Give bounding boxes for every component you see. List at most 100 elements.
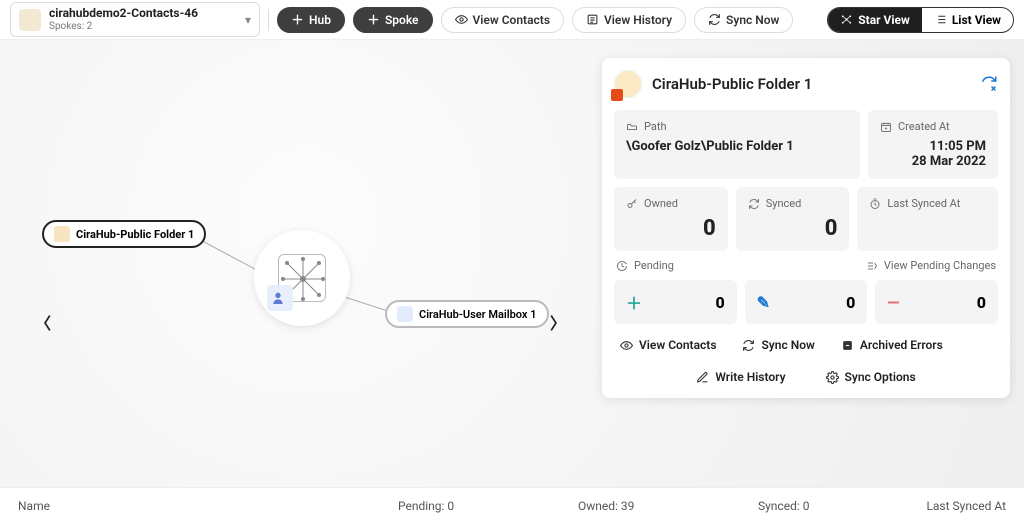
chevron-right-icon: 〉 [550, 314, 566, 333]
sync-now-label: Sync Now [726, 13, 779, 27]
chevron-left-icon: 〈 [35, 314, 51, 333]
pending-edit-value: 0 [846, 293, 855, 312]
synced-card: Synced 0 [736, 187, 850, 251]
path-card: Path \Goofer Golz\Public Folder 1 [614, 110, 860, 179]
folder-icon [614, 70, 642, 98]
plus-icon: ＋ [367, 13, 380, 26]
pending-icon [616, 260, 628, 272]
synced-value: 0 [748, 216, 838, 241]
pending-add-value: 0 [715, 293, 724, 312]
view-contacts-button[interactable]: View Contacts [441, 7, 564, 33]
created-label: Created At [898, 120, 950, 133]
top-bar: cirahubdemo2-Contacts-46 Spokes: 2 ▾ ＋ H… [0, 0, 1024, 40]
contact-icon [267, 285, 293, 311]
pending-add-card: ＋ 0 [614, 280, 737, 324]
panel-sync-now-button[interactable]: Sync Now [742, 338, 814, 352]
panel-title: CiraHub-Public Folder 1 [652, 75, 970, 93]
nav-next-button[interactable]: 〉 [550, 310, 566, 334]
view-history-button[interactable]: View History [572, 7, 686, 33]
write-history-label: Write History [715, 370, 785, 384]
refresh-icon [980, 75, 998, 93]
archived-errors-button[interactable]: Archived Errors [841, 338, 943, 352]
calendar-icon [880, 121, 892, 133]
folder-icon [54, 226, 70, 242]
eye-icon [620, 339, 633, 352]
list-icon [934, 13, 947, 26]
last-synced-card: Last Synced At [857, 187, 998, 251]
sync-icon [748, 198, 760, 210]
col-pending[interactable]: Pending: 0 [398, 499, 578, 513]
owned-value: 0 [626, 216, 716, 241]
table-header-row: Name Pending: 0 Owned: 39 Synced: 0 Last… [0, 487, 1024, 523]
view-contacts-label: View Contacts [473, 13, 550, 27]
archived-errors-label: Archived Errors [860, 338, 943, 352]
list-icon [586, 13, 599, 26]
plus-icon: ＋ [291, 13, 304, 26]
sync-options-button[interactable]: Sync Options [826, 370, 916, 384]
hub-selector-title: cirahubdemo2-Contacts-46 [49, 7, 245, 20]
hub-selector-sub: Spokes: 2 [49, 21, 245, 32]
arrow-right-icon [866, 260, 878, 272]
pending-delete-value: 0 [977, 293, 986, 312]
key-icon [626, 198, 638, 210]
add-spoke-button[interactable]: ＋ Spoke [353, 7, 433, 33]
panel-view-contacts-label: View Contacts [639, 338, 716, 352]
divider [268, 9, 269, 31]
list-view-toggle[interactable]: List View [922, 8, 1013, 32]
hub-selector[interactable]: cirahubdemo2-Contacts-46 Spokes: 2 ▾ [10, 2, 260, 36]
sync-now-button[interactable]: Sync Now [694, 7, 793, 33]
view-pending-label: View Pending Changes [884, 259, 996, 272]
spoke-node-user-mailbox[interactable]: CiraHub-User Mailbox 1 [385, 300, 549, 328]
col-name[interactable]: Name [18, 499, 398, 513]
write-history-button[interactable]: Write History [696, 370, 785, 384]
path-value: \Goofer Golz\Public Folder 1 [626, 139, 848, 154]
view-pending-button[interactable]: View Pending Changes [866, 259, 996, 272]
clock-icon [869, 198, 881, 210]
star-graph-icon [840, 13, 853, 26]
hub-graph-icon [278, 254, 326, 302]
panel-sync-now-label: Sync Now [761, 338, 814, 352]
col-owned[interactable]: Owned: 39 [578, 499, 758, 513]
created-card: Created At 11:05 PM 28 Mar 2022 [868, 110, 998, 179]
last-synced-label: Last Synced At [887, 197, 960, 210]
pending-delete-card: — 0 [875, 280, 998, 324]
pencil-icon: ✎ [757, 293, 770, 312]
sync-options-label: Sync Options [845, 370, 916, 384]
sync-icon [742, 339, 755, 352]
add-spoke-label: Spoke [385, 13, 419, 27]
star-view-toggle[interactable]: Star View [828, 8, 922, 32]
spoke-label: CiraHub-User Mailbox 1 [419, 308, 537, 321]
created-time: 11:05 PM [880, 139, 986, 154]
col-synced[interactable]: Synced: 0 [758, 499, 898, 513]
minus-icon: — [887, 293, 899, 312]
plus-icon: ＋ [626, 290, 642, 314]
hub-selector-text: cirahubdemo2-Contacts-46 Spokes: 2 [49, 7, 245, 31]
view-toggle: Star View List View [827, 7, 1014, 33]
created-date: 28 Mar 2022 [880, 154, 986, 169]
hub-node[interactable] [254, 230, 350, 326]
gear-icon [826, 371, 839, 384]
edit-icon [696, 371, 709, 384]
owned-label: Owned [644, 197, 678, 210]
sync-icon [708, 13, 721, 26]
view-history-label: View History [604, 13, 672, 27]
details-panel: CiraHub-Public Folder 1 Path \Goofer Gol… [602, 58, 1010, 398]
spoke-label: CiraHub-Public Folder 1 [76, 228, 194, 241]
panel-view-contacts-button[interactable]: View Contacts [620, 338, 716, 352]
path-icon [626, 121, 638, 133]
path-label: Path [644, 120, 667, 133]
add-hub-label: Hub [309, 13, 331, 27]
add-hub-button[interactable]: ＋ Hub [277, 7, 345, 33]
refresh-spoke-button[interactable] [980, 75, 998, 93]
mailbox-icon [397, 306, 413, 322]
col-last-synced[interactable]: Last Synced At [898, 499, 1006, 513]
star-view-label: Star View [858, 13, 910, 27]
nav-prev-button[interactable]: 〈 [35, 310, 51, 334]
chevron-down-icon: ▾ [245, 13, 251, 27]
pending-edit-card: ✎ 0 [745, 280, 868, 324]
synced-label: Synced [766, 197, 802, 210]
hub-selector-icon [19, 9, 41, 31]
owned-card: Owned 0 [614, 187, 728, 251]
pending-label: Pending [634, 259, 674, 272]
spoke-node-public-folder[interactable]: CiraHub-Public Folder 1 [42, 220, 206, 248]
